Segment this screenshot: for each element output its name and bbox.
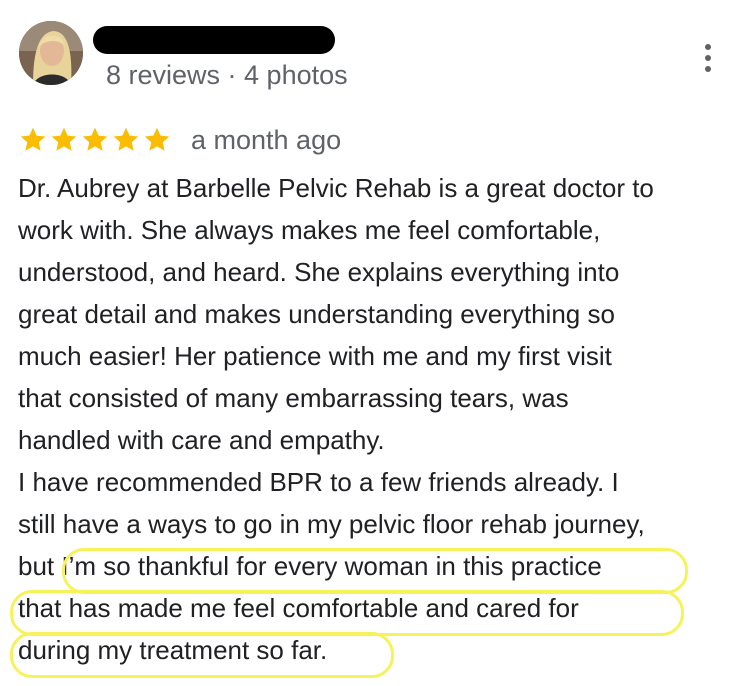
star-icon <box>82 127 108 151</box>
reviewer-meta: 8 reviews · 4 photos <box>106 60 348 90</box>
rating-row: a month ago <box>18 122 341 158</box>
star-rating <box>18 125 173 155</box>
review-line: that has made me feel comfortable and ca… <box>18 593 579 623</box>
review-line: Dr. Aubrey at Barbelle Pelvic Rehab is a… <box>18 173 654 203</box>
star-icon <box>113 127 139 151</box>
review-header: 8 reviews · 4 photos <box>0 0 748 110</box>
review-line: still have a ways to go in my pelvic flo… <box>18 509 645 539</box>
more-dot <box>705 66 711 72</box>
review-line: handled with care and empathy. <box>18 425 385 455</box>
reviewer-avatar[interactable] <box>19 21 83 85</box>
review-line: I have recommended BPR to a few friends … <box>18 467 619 497</box>
reviewer-name-redacted <box>93 26 335 54</box>
star-icon <box>20 127 46 151</box>
more-dot <box>705 55 711 61</box>
star-icon <box>51 127 77 151</box>
review-line: during my treatment so far. <box>18 635 328 665</box>
more-dot <box>705 44 711 50</box>
star-icon <box>144 127 170 151</box>
review-line: but I’m so thankful for every woman in t… <box>18 551 602 581</box>
more-vert-icon[interactable] <box>694 40 722 76</box>
review-line: that consisted of many embarrassing tear… <box>18 383 569 413</box>
review-line: understood, and heard. She explains ever… <box>18 257 620 287</box>
review-date: a month ago <box>191 125 342 155</box>
avatar-image <box>19 21 83 85</box>
review-line: great detail and makes understanding eve… <box>18 299 615 329</box>
review-line: much easier! Her patience with me and my… <box>18 341 612 371</box>
review-text: Dr. Aubrey at Barbelle Pelvic Rehab is a… <box>18 167 738 671</box>
review-line: work with. She always makes me feel comf… <box>18 215 601 245</box>
